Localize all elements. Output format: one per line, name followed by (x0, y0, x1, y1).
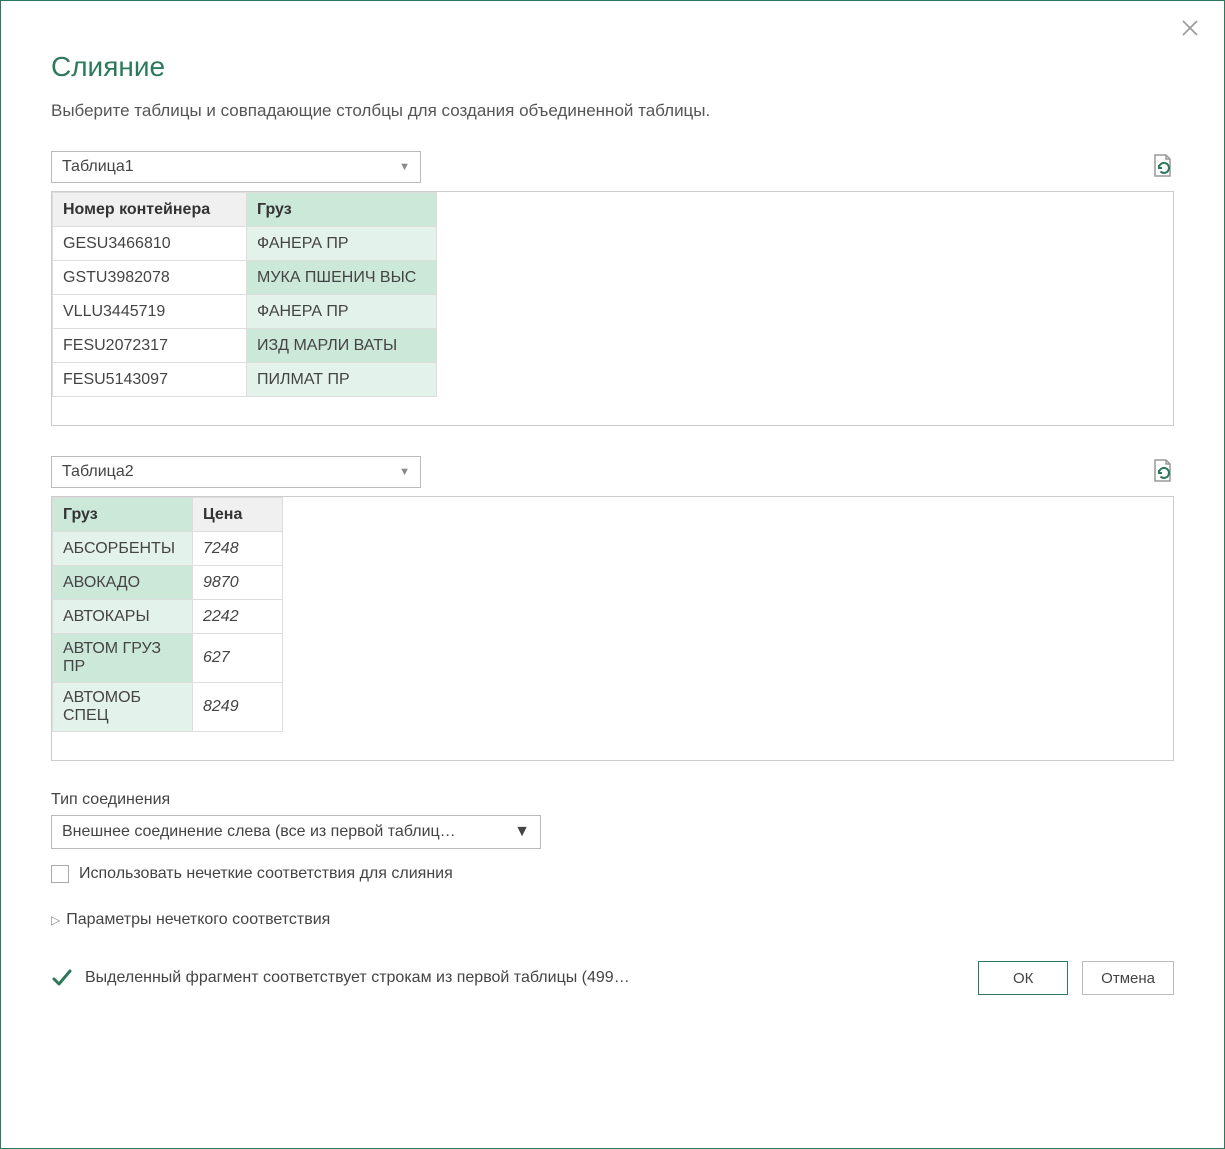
cell-price: 8249 (193, 683, 283, 732)
fuzzy-checkbox-row[interactable]: Использовать нечеткие соответствия для с… (51, 865, 1174, 883)
table-row[interactable]: АВОКАДО 9870 (53, 566, 283, 600)
fuzzy-options-expander[interactable]: ▷ Параметры нечеткого соответствия (51, 911, 1174, 929)
table2-selector-row: Таблица2 ▼ (51, 456, 1174, 488)
table-row[interactable]: АБСОРБЕНТЫ 7248 (53, 532, 283, 566)
chevron-down-icon: ▼ (514, 823, 530, 841)
table2-preview: Груз Цена АБСОРБЕНТЫ 7248 АВОКАДО 9870 А… (51, 496, 1174, 761)
status-message: Выделенный фрагмент соответствует строка… (51, 967, 630, 989)
join-type-label: Тип соединения (51, 791, 1174, 809)
cell-cargo: АВТОМОБ СПЕЦ (53, 683, 193, 732)
table-row[interactable]: VLLU3445719 ФАНЕРА ПР (53, 295, 437, 329)
table2-dropdown-value: Таблица2 (62, 463, 134, 481)
fuzzy-checkbox-label: Использовать нечеткие соответствия для с… (79, 865, 453, 883)
fuzzy-checkbox[interactable] (51, 865, 69, 883)
fuzzy-options-label: Параметры нечеткого соответствия (66, 911, 330, 929)
status-text: Выделенный фрагмент соответствует строка… (85, 969, 630, 987)
table-row[interactable]: GESU3466810 ФАНЕРА ПР (53, 227, 437, 261)
dialog-buttons: ОК Отмена (978, 961, 1174, 995)
table2-refresh-button[interactable] (1150, 457, 1174, 488)
close-button[interactable] (1181, 19, 1199, 40)
table1-refresh-button[interactable] (1150, 152, 1174, 183)
ok-button[interactable]: ОК (978, 961, 1068, 995)
cell-price: 2242 (193, 600, 283, 634)
dialog-subtitle: Выберите таблицы и совпадающие столбцы д… (51, 101, 1174, 121)
cell-cargo: АБСОРБЕНТЫ (53, 532, 193, 566)
table1-dropdown[interactable]: Таблица1 ▼ (51, 151, 421, 183)
table1-grid[interactable]: Номер контейнера Груз GESU3466810 ФАНЕРА… (52, 192, 437, 397)
table1-header-num[interactable]: Номер контейнера (53, 193, 247, 227)
cell-price: 9870 (193, 566, 283, 600)
cancel-button[interactable]: Отмена (1082, 961, 1174, 995)
chevron-right-icon: ▷ (51, 913, 60, 927)
table-row[interactable]: GSTU3982078 МУКА ПШЕНИЧ ВЫС (53, 261, 437, 295)
cell-cargo: АВТОКАРЫ (53, 600, 193, 634)
table1-dropdown-value: Таблица1 (62, 158, 134, 176)
cell-num: FESU2072317 (53, 329, 247, 363)
join-type-value: Внешнее соединение слева (все из первой … (62, 823, 456, 841)
cell-cargo: ИЗД МАРЛИ ВАТЫ (247, 329, 437, 363)
cell-price: 627 (193, 634, 283, 683)
table-row[interactable]: АВТОКАРЫ 2242 (53, 600, 283, 634)
table2-header-price[interactable]: Цена (193, 498, 283, 532)
chevron-down-icon: ▼ (399, 161, 410, 173)
close-icon (1181, 19, 1199, 37)
table-row[interactable]: АВТОМОБ СПЕЦ 8249 (53, 683, 283, 732)
join-type-dropdown[interactable]: Внешнее соединение слева (все из первой … (51, 815, 541, 849)
cell-cargo: АВТОМ ГРУЗ ПР (53, 634, 193, 683)
refresh-icon (1150, 457, 1174, 485)
cell-cargo: ФАНЕРА ПР (247, 227, 437, 261)
table1-selector-row: Таблица1 ▼ (51, 151, 1174, 183)
table2-header-cargo[interactable]: Груз (53, 498, 193, 532)
dialog-footer: Выделенный фрагмент соответствует строка… (51, 961, 1174, 995)
cell-num: GESU3466810 (53, 227, 247, 261)
table-row[interactable]: FESU2072317 ИЗД МАРЛИ ВАТЫ (53, 329, 437, 363)
table1-preview: Номер контейнера Груз GESU3466810 ФАНЕРА… (51, 191, 1174, 426)
cell-cargo: МУКА ПШЕНИЧ ВЫС (247, 261, 437, 295)
cell-price: 7248 (193, 532, 283, 566)
refresh-icon (1150, 152, 1174, 180)
chevron-down-icon: ▼ (399, 466, 410, 478)
merge-dialog: Слияние Выберите таблицы и совпадающие с… (0, 0, 1225, 1149)
cell-cargo: ФАНЕРА ПР (247, 295, 437, 329)
cell-num: VLLU3445719 (53, 295, 247, 329)
table1-header-cargo[interactable]: Груз (247, 193, 437, 227)
cell-num: FESU5143097 (53, 363, 247, 397)
table-row[interactable]: FESU5143097 ПИЛМАТ ПР (53, 363, 437, 397)
table2-grid[interactable]: Груз Цена АБСОРБЕНТЫ 7248 АВОКАДО 9870 А… (52, 497, 283, 732)
dialog-title: Слияние (51, 51, 1174, 83)
cell-cargo: ПИЛМАТ ПР (247, 363, 437, 397)
cell-num: GSTU3982078 (53, 261, 247, 295)
checkmark-icon (51, 967, 73, 989)
cell-cargo: АВОКАДО (53, 566, 193, 600)
table-row[interactable]: АВТОМ ГРУЗ ПР 627 (53, 634, 283, 683)
table2-dropdown[interactable]: Таблица2 ▼ (51, 456, 421, 488)
